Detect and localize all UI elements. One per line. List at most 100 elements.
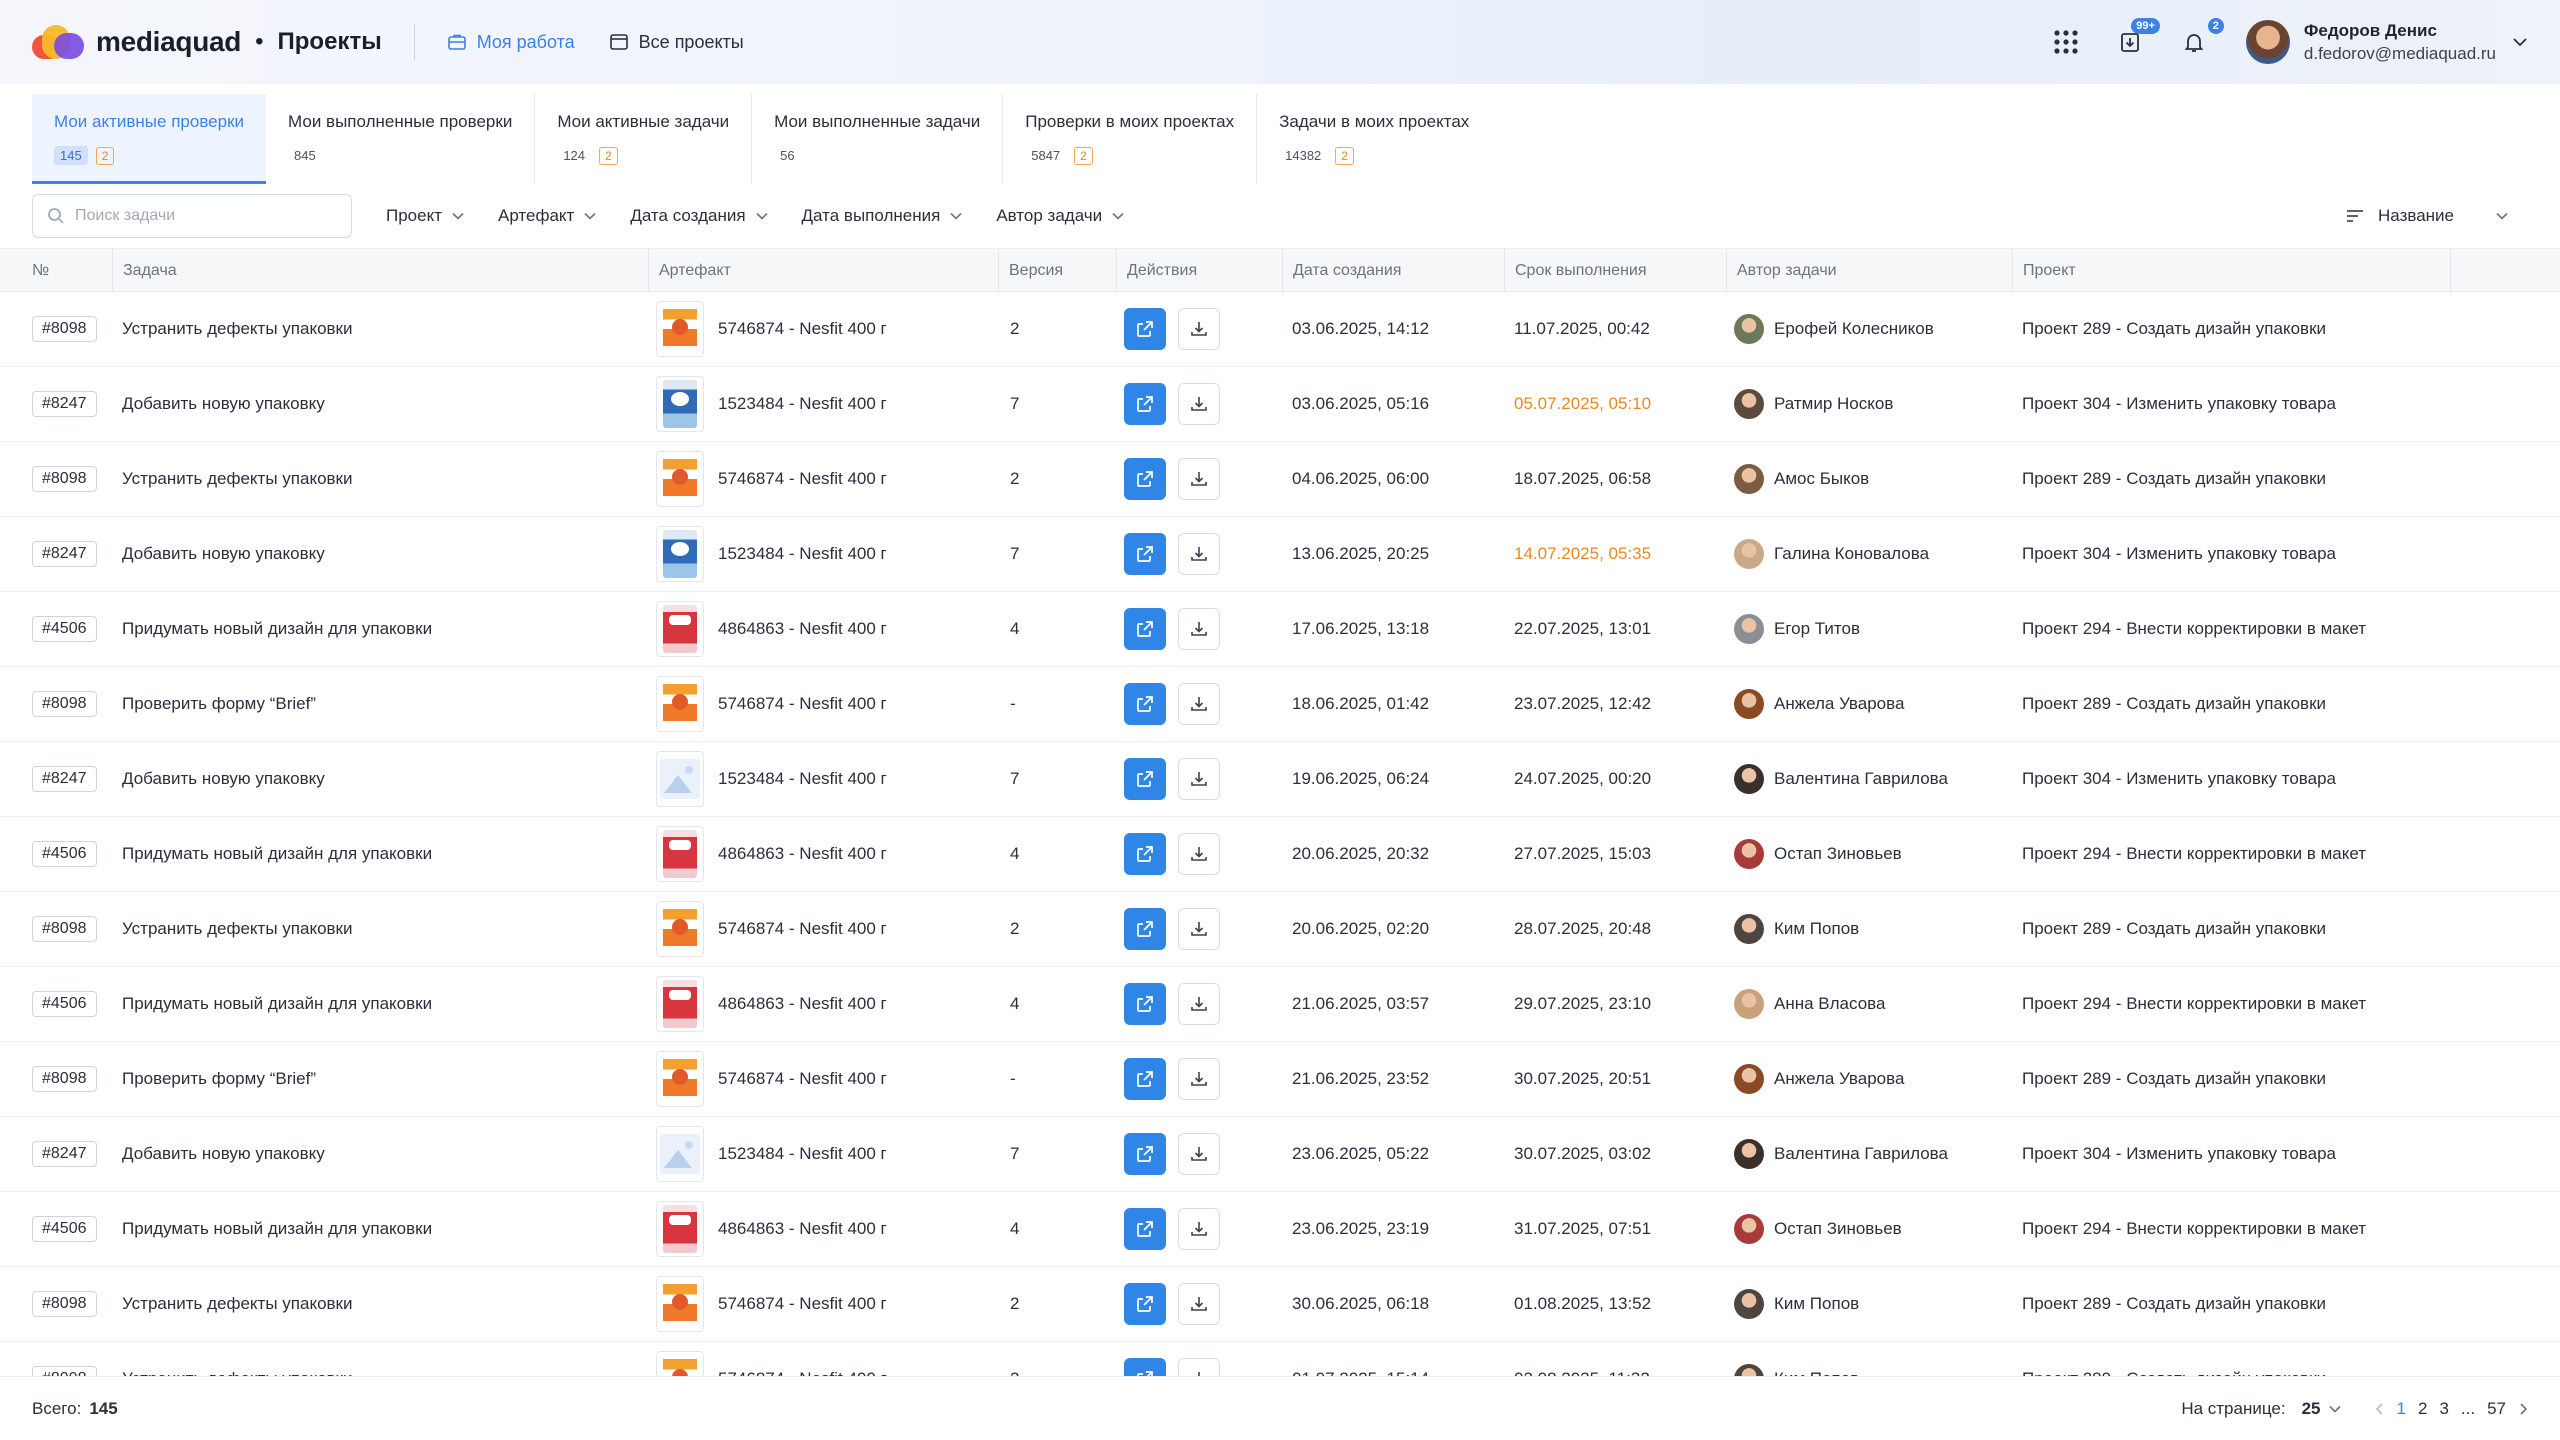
open-button[interactable] — [1124, 983, 1166, 1025]
project-name[interactable]: Проект 289 - Создать дизайн упаковки — [2022, 694, 2326, 714]
artifact-thumbnail[interactable] — [656, 1351, 704, 1376]
download-button[interactable] — [1178, 1208, 1220, 1250]
author-name[interactable]: Егор Титов — [1774, 619, 1860, 639]
download-button[interactable] — [1178, 308, 1220, 350]
artifact-name[interactable]: 5746874 - Nesfit 400 г — [718, 1294, 887, 1314]
project-name[interactable]: Проект 294 - Внести корректировки в маке… — [2022, 844, 2366, 864]
artifact-name[interactable]: 1523484 - Nesfit 400 г — [718, 544, 887, 564]
artifact-thumbnail[interactable] — [656, 676, 704, 732]
open-button[interactable] — [1124, 908, 1166, 950]
author-name[interactable]: Валентина Гаврилова — [1774, 769, 1948, 789]
page-link[interactable]: 3 — [2439, 1399, 2448, 1419]
download-button[interactable] — [1178, 1283, 1220, 1325]
user-menu[interactable]: Федоров Денис d.fedorov@mediaquad.ru — [2245, 20, 2528, 64]
task-title[interactable]: Устранить дефекты упаковки — [122, 919, 353, 939]
artifact-thumbnail[interactable] — [656, 826, 704, 882]
project-name[interactable]: Проект 289 - Создать дизайн упаковки — [2022, 919, 2326, 939]
filter-project[interactable]: Проект — [386, 206, 464, 226]
download-button[interactable] — [1178, 608, 1220, 650]
artifact-name[interactable]: 5746874 - Nesfit 400 г — [718, 919, 887, 939]
column-header-created[interactable]: Дата создания — [1282, 249, 1504, 293]
open-button[interactable] — [1124, 383, 1166, 425]
notifications-button[interactable]: 2 — [2176, 18, 2224, 60]
tab-my-active-reviews[interactable]: Мои активные проверки 145 2 — [32, 94, 267, 184]
artifact-thumbnail[interactable] — [656, 376, 704, 432]
author-name[interactable]: Амос Быков — [1774, 469, 1869, 489]
download-button[interactable] — [1178, 1358, 1220, 1376]
download-button[interactable] — [1178, 683, 1220, 725]
tab-my-done-reviews[interactable]: Мои выполненные проверки 845 — [266, 94, 536, 184]
download-button[interactable] — [1178, 1133, 1220, 1175]
table-row[interactable]: #8247 Добавить новую упаковку 1523484 - Ne… — [0, 1117, 2560, 1192]
tab-tasks-in-my-projects[interactable]: Задачи в моих проектах 14382 2 — [1257, 94, 1491, 184]
author-name[interactable]: Ратмир Носков — [1774, 394, 1893, 414]
artifact-name[interactable]: 4864863 - Nesfit 400 г — [718, 1219, 887, 1239]
author-name[interactable]: Остап Зиновьев — [1774, 1219, 1902, 1239]
filter-author[interactable]: Автор задачи — [996, 206, 1124, 226]
author-name[interactable]: Ким Попов — [1774, 919, 1859, 939]
artifact-name[interactable]: 1523484 - Nesfit 400 г — [718, 1144, 887, 1164]
table-row[interactable]: #8247 Добавить новую упаковку 1523484 - Ne… — [0, 367, 2560, 442]
search-input[interactable] — [75, 207, 325, 225]
artifact-thumbnail[interactable] — [656, 1201, 704, 1257]
task-title[interactable]: Устранить дефекты упаковки — [122, 319, 353, 339]
project-name[interactable]: Проект 289 - Создать дизайн упаковки — [2022, 469, 2326, 489]
task-title[interactable]: Добавить новую упаковку — [122, 394, 325, 414]
author-name[interactable]: Галина Коновалова — [1774, 544, 1929, 564]
project-name[interactable]: Проект 304 - Изменить упаковку товара — [2022, 769, 2336, 789]
table-row[interactable]: #8098 Проверить форму “Brief” 5746874 - Ne… — [0, 1042, 2560, 1117]
project-name[interactable]: Проект 304 - Изменить упаковку товара — [2022, 544, 2336, 564]
author-name[interactable]: Ким Попов — [1774, 1369, 1859, 1376]
artifact-name[interactable]: 4864863 - Nesfit 400 г — [718, 619, 887, 639]
project-name[interactable]: Проект 289 - Создать дизайн упаковки — [2022, 1069, 2326, 1089]
artifact-thumbnail[interactable] — [656, 901, 704, 957]
artifact-thumbnail[interactable] — [656, 301, 704, 357]
table-row[interactable]: #4506 Придумать новый дизайн для упаковки… — [0, 967, 2560, 1042]
artifact-name[interactable]: 5746874 - Nesfit 400 г — [718, 469, 887, 489]
task-number[interactable]: #8098 — [32, 916, 97, 942]
author-name[interactable]: Остап Зиновьев — [1774, 844, 1902, 864]
download-button[interactable] — [1178, 383, 1220, 425]
open-button[interactable] — [1124, 533, 1166, 575]
artifact-thumbnail[interactable] — [656, 751, 704, 807]
open-button[interactable] — [1124, 1208, 1166, 1250]
author-name[interactable]: Ерофей Колесников — [1774, 319, 1934, 339]
project-name[interactable]: Проект 304 - Изменить упаковку товара — [2022, 1144, 2336, 1164]
task-title[interactable]: Устранить дефекты упаковки — [122, 469, 353, 489]
task-number[interactable]: #4506 — [32, 616, 97, 642]
task-number[interactable]: #8247 — [32, 1141, 97, 1167]
open-button[interactable] — [1124, 458, 1166, 500]
task-number[interactable]: #8247 — [32, 766, 97, 792]
open-button[interactable] — [1124, 608, 1166, 650]
column-header-num[interactable]: № — [0, 249, 112, 293]
column-header-due[interactable]: Срок выполнения — [1504, 249, 1726, 293]
task-number[interactable]: #8247 — [32, 541, 97, 567]
project-name[interactable]: Проект 289 - Создать дизайн упаковки — [2022, 1369, 2326, 1376]
table-row[interactable]: #8098 Устранить дефекты упаковки 5746874 -… — [0, 442, 2560, 517]
task-number[interactable]: #8098 — [32, 1366, 97, 1376]
author-name[interactable]: Анжела Уварова — [1774, 1069, 1904, 1089]
project-name[interactable]: Проект 304 - Изменить упаковку товара — [2022, 394, 2336, 414]
artifact-thumbnail[interactable] — [656, 976, 704, 1032]
open-button[interactable] — [1124, 758, 1166, 800]
open-button[interactable] — [1124, 1133, 1166, 1175]
artifact-name[interactable]: 1523484 - Nesfit 400 г — [718, 394, 887, 414]
task-title[interactable]: Добавить новую упаковку — [122, 769, 325, 789]
search-box[interactable] — [32, 194, 352, 238]
task-number[interactable]: #8247 — [32, 391, 97, 417]
column-header-author[interactable]: Автор задачи — [1726, 249, 2012, 293]
artifact-thumbnail[interactable] — [656, 1051, 704, 1107]
task-title[interactable]: Устранить дефекты упаковки — [122, 1369, 353, 1376]
table-row[interactable]: #8098 Устранить дефекты упаковки 5746874 -… — [0, 892, 2560, 967]
table-row[interactable]: #8098 Устранить дефекты упаковки 5746874 -… — [0, 1342, 2560, 1376]
download-button[interactable] — [1178, 758, 1220, 800]
table-row[interactable]: #8247 Добавить новую упаковку 1523484 - Ne… — [0, 742, 2560, 817]
per-page-select[interactable]: На странице: 25 — [2181, 1399, 2341, 1419]
task-number[interactable]: #8098 — [32, 1066, 97, 1092]
artifact-thumbnail[interactable] — [656, 451, 704, 507]
download-button[interactable] — [1178, 1058, 1220, 1100]
open-button[interactable] — [1124, 833, 1166, 875]
table-row[interactable]: #4506 Придумать новый дизайн для упаковки… — [0, 592, 2560, 667]
open-button[interactable] — [1124, 683, 1166, 725]
column-header-project[interactable]: Проект — [2012, 249, 2450, 293]
